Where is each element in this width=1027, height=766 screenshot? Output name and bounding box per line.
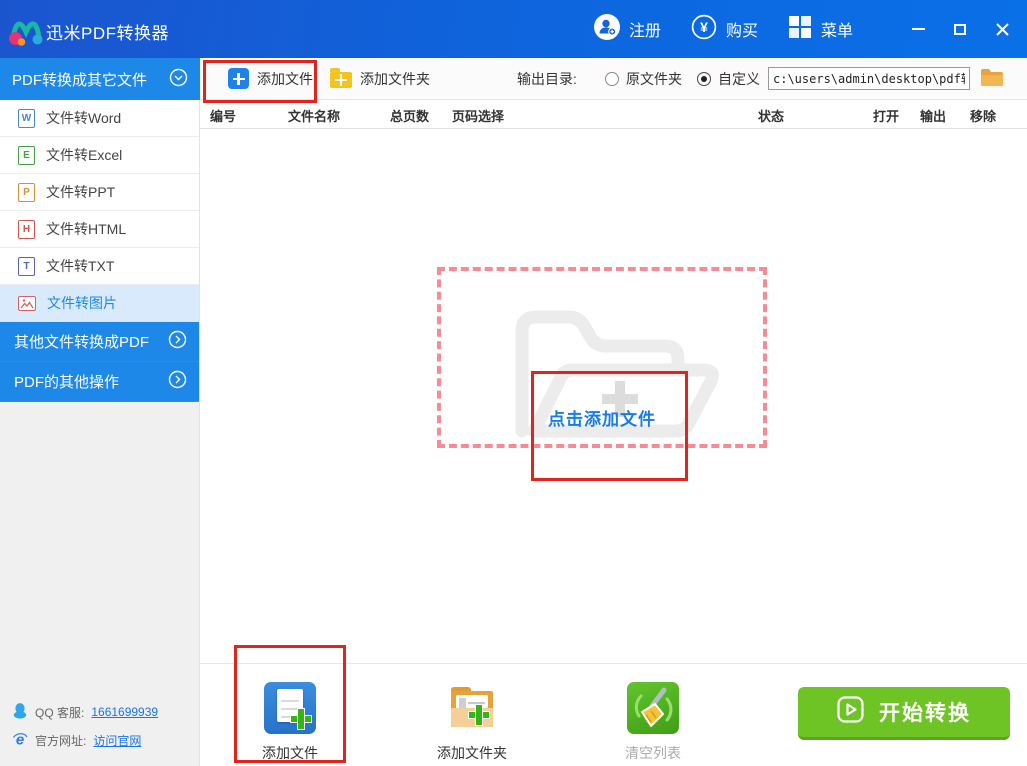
radio-circle-icon[interactable] xyxy=(605,71,619,86)
radio-original-folder[interactable]: 原文件夹 xyxy=(605,69,682,89)
sidebar-item-label: 文件转图片 xyxy=(47,295,117,311)
buy-yuan-icon: ¥ xyxy=(691,14,717,45)
output-dir-label: 输出目录: xyxy=(517,70,577,87)
minimize-button[interactable] xyxy=(905,16,931,42)
buy-button[interactable]: ¥ 购买 xyxy=(691,14,758,45)
toolbar-add-folder-button[interactable]: 添加文件夹 xyxy=(330,68,430,89)
website-label: 官方网址: xyxy=(35,734,87,748)
sidebar-section-label: 其他文件转换成PDF xyxy=(14,334,150,351)
titlebar-actions: 注册 ¥ 购买 菜单 xyxy=(593,0,1027,58)
bottom-action-bar: 添加文件 添加文件夹 清空列表 开始转换 xyxy=(200,663,1027,766)
image-file-icon xyxy=(18,295,36,311)
sidebar-category-pdf-other-ops[interactable]: PDF的其他操作 xyxy=(0,362,199,402)
menu-grid-icon xyxy=(788,15,812,44)
menu-label: 菜单 xyxy=(820,23,853,40)
register-label: 注册 xyxy=(628,23,661,40)
col-filename: 文件名称 xyxy=(288,109,341,124)
add-folder-big-label: 添加文件夹 xyxy=(437,745,507,761)
clear-list-button[interactable]: 清空列表 xyxy=(593,682,713,763)
add-file-big-button[interactable]: 添加文件 xyxy=(230,682,350,763)
sidebar-item-pdf-to-image[interactable]: 文件转图片 xyxy=(0,285,199,322)
toolbar-add-folder-label: 添加文件夹 xyxy=(360,70,430,87)
toolbar-add-file-label: 添加文件 xyxy=(257,70,313,87)
official-site-link[interactable]: 访问官网 xyxy=(93,732,141,749)
sidebar-item-label: 文件转TXT xyxy=(46,258,115,274)
add-file-document-icon xyxy=(264,682,316,734)
add-folder-big-button[interactable]: 添加文件夹 xyxy=(412,682,532,763)
col-open: 打开 xyxy=(873,109,900,124)
toolbar: 添加文件 添加文件夹 输出目录: 原文件夹 自定义 xyxy=(200,58,1027,100)
col-pages: 总页数 xyxy=(390,109,430,124)
clear-list-broom-icon xyxy=(627,682,679,734)
menu-button[interactable]: 菜单 xyxy=(788,15,853,44)
file-table-header: 编号 文件名称 总页数 页码选择 状态 打开 输出 移除 xyxy=(200,100,1027,129)
ppt-file-icon: P xyxy=(18,182,35,202)
col-status: 状态 xyxy=(758,109,785,124)
radio-original-label: 原文件夹 xyxy=(626,70,682,87)
sidebar-item-label: 文件转Word xyxy=(46,110,122,126)
app-window: 迅米PDF转换器 注册 ¥ 购买 菜单 PDF转换成其它文件 添加文件 添加文件… xyxy=(0,0,1027,766)
drop-zone-hint: 点击添加文件 xyxy=(548,410,656,429)
qq-number-link[interactable]: 1661699939 xyxy=(91,705,158,719)
sidebar-item-pdf-to-ppt[interactable]: P 文件转PPT xyxy=(0,174,199,211)
txt-file-icon: T xyxy=(18,256,35,276)
file-list-panel: 编号 文件名称 总页数 页码选择 状态 打开 输出 移除 点击添加文件 xyxy=(200,100,1027,663)
col-output: 输出 xyxy=(920,109,947,124)
sidebar-section-label: PDF的其他操作 xyxy=(14,374,120,391)
start-convert-label: 开始转换 xyxy=(879,702,971,725)
sidebar-item-label: 文件转Excel xyxy=(46,147,123,163)
buy-label: 购买 xyxy=(725,23,758,40)
toolbar-add-file-button[interactable]: 添加文件 xyxy=(228,68,313,89)
contact-info: QQ 客服: 1661699939 e 官方网址: 访问官网 xyxy=(12,702,158,750)
sidebar-item-pdf-to-excel[interactable]: E 文件转Excel xyxy=(0,137,199,174)
chevron-down-circle-icon xyxy=(169,68,188,91)
sidebar-item-pdf-to-txt[interactable]: T 文件转TXT xyxy=(0,248,199,285)
app-title: 迅米PDF转换器 xyxy=(46,24,169,43)
radio-custom-label: 自定义 xyxy=(718,70,760,87)
register-user-icon xyxy=(593,13,620,45)
html-file-icon: H xyxy=(18,219,35,239)
sidebar-item-label: 文件转PPT xyxy=(46,184,116,200)
clear-list-label: 清空列表 xyxy=(625,745,681,761)
window-controls xyxy=(905,16,1015,42)
col-index: 编号 xyxy=(210,109,237,124)
drop-zone-add-files[interactable]: 点击添加文件 xyxy=(437,267,767,448)
sidebar-item-pdf-to-word[interactable]: W 文件转Word xyxy=(0,100,199,137)
titlebar: 迅米PDF转换器 注册 ¥ 购买 菜单 xyxy=(0,0,1027,58)
radio-custom-folder[interactable]: 自定义 xyxy=(697,69,760,89)
add-folder-icon xyxy=(330,68,352,88)
excel-file-icon: E xyxy=(18,145,35,165)
add-folder-document-icon xyxy=(446,682,498,734)
radio-dot-icon[interactable] xyxy=(697,71,711,86)
add-file-big-label: 添加文件 xyxy=(262,745,318,761)
qq-service-label: QQ 客服: xyxy=(35,705,85,720)
col-remove: 移除 xyxy=(970,109,997,124)
sidebar-item-pdf-to-html[interactable]: H 文件转HTML xyxy=(0,211,199,248)
word-file-icon: W xyxy=(18,108,35,128)
sidebar: W 文件转Word E 文件转Excel P 文件转PPT H 文件转HTML … xyxy=(0,100,200,766)
close-button[interactable] xyxy=(989,16,1015,42)
qq-icon xyxy=(12,702,28,722)
register-button[interactable]: 注册 xyxy=(593,13,661,45)
maximize-button[interactable] xyxy=(947,16,973,42)
app-logo-icon xyxy=(8,11,44,52)
browse-folder-button[interactable] xyxy=(980,67,1004,89)
sidebar-category-label: PDF转换成其它文件 xyxy=(12,71,148,89)
chevron-right-circle-icon xyxy=(168,370,187,393)
sidebar-category-other-to-pdf[interactable]: 其他文件转换成PDF xyxy=(0,322,199,362)
play-icon xyxy=(837,695,864,729)
col-page-select: 页码选择 xyxy=(452,109,505,124)
start-convert-button[interactable]: 开始转换 xyxy=(798,687,1010,740)
sidebar-item-label: 文件转HTML xyxy=(46,221,127,237)
output-path-input[interactable] xyxy=(768,67,970,90)
add-file-icon xyxy=(228,68,249,89)
ie-browser-icon: e xyxy=(12,731,28,750)
chevron-right-circle-icon xyxy=(168,330,187,353)
sidebar-category-pdf-to-other[interactable]: PDF转换成其它文件 xyxy=(0,58,200,100)
svg-text:¥: ¥ xyxy=(700,19,708,35)
